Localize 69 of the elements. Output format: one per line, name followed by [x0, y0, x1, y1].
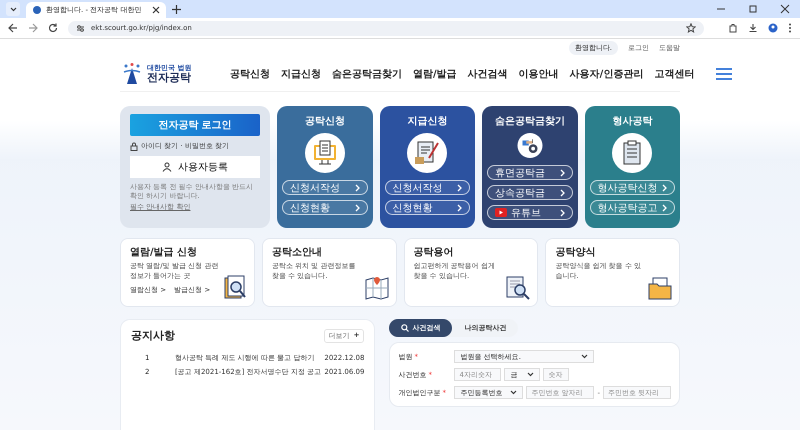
play-icon [495, 208, 507, 217]
clipboard-icon [612, 133, 652, 173]
document-magnifier-icon [505, 275, 532, 301]
user-icon [162, 162, 172, 172]
panel-title: 공지사항 [131, 328, 175, 343]
card-title: 공탁용어 [414, 246, 454, 259]
chevron-icon [560, 168, 564, 176]
service-link[interactable]: 상속공탁금 [487, 185, 572, 200]
service-link[interactable]: 형사공탁신청 [590, 180, 675, 195]
folder-icon [647, 275, 673, 301]
service-link[interactable]: 신청현황 [384, 200, 470, 215]
menu-button[interactable] [716, 68, 732, 80]
service-link[interactable]: 유튜브 [487, 205, 572, 220]
profile-icon [768, 23, 778, 33]
close-icon [780, 4, 790, 14]
menu-icon [716, 68, 732, 80]
search-icon [401, 324, 410, 332]
dropdown-caret-icon [527, 372, 534, 377]
nav-link[interactable]: 사용자/인증관리 [570, 67, 644, 81]
dropdown-caret-icon [510, 390, 518, 395]
chevron-icon [457, 204, 462, 212]
map-pin-icon [364, 275, 390, 301]
login-button[interactable]: 전자공탁 로그인 [130, 114, 260, 136]
card-title: 숨은공탁금찾기 [494, 115, 565, 128]
download-icon [748, 23, 758, 33]
document-pen-icon [407, 133, 448, 173]
service-link[interactable]: 신청현황 [282, 200, 368, 215]
nav-link[interactable]: 고객센터 [654, 67, 694, 81]
new-tab-icon [172, 5, 181, 14]
dropdown-caret-icon [581, 354, 588, 359]
chevron-icon [662, 184, 667, 192]
card-title: 공탁양식 [555, 246, 596, 259]
tab-list-button[interactable] [6, 2, 20, 16]
chevron-icon [354, 204, 360, 212]
document-magnifier-icon [222, 275, 248, 301]
restore-icon [748, 4, 758, 14]
card-title: 열람/발급 신청 [130, 246, 198, 259]
service-link[interactable]: 휴면공탁금 [487, 165, 572, 180]
reload-icon [48, 23, 58, 33]
chevron-icon [560, 208, 564, 216]
card-title: 지급신청 [407, 115, 448, 128]
chevron-icon [354, 184, 360, 192]
more-menu-icon [788, 23, 792, 33]
service-link[interactable]: 형사공탁공고 [590, 200, 675, 215]
close-icon [152, 6, 160, 14]
service-link[interactable]: 신청서작성 [384, 180, 470, 195]
service-link[interactable]: 신청서작성 [282, 180, 368, 195]
nav-link[interactable]: 사건검색 [468, 67, 508, 81]
card-title: 공탁신청 [304, 115, 345, 128]
star-icon [686, 23, 696, 33]
back-arrow-icon [8, 23, 18, 33]
nav-link[interactable]: 열람/발급 [413, 67, 457, 81]
forward-arrow-icon [28, 23, 38, 33]
card-title: 형사공탁 [612, 115, 652, 128]
logo-title[interactable]: 전자공탁 [147, 72, 192, 83]
nav-link[interactable]: 지급신청 [281, 67, 321, 81]
site-info-icon [76, 24, 85, 32]
extensions-icon [728, 23, 738, 33]
chevron-icon [662, 204, 667, 212]
card-title: 공탁소안내 [272, 246, 323, 259]
chevron-down-icon [10, 6, 16, 12]
lock-icon [130, 142, 138, 150]
nav-link[interactable]: 이용안내 [518, 67, 559, 81]
monitor-document-icon [304, 133, 345, 173]
nav-link[interactable]: 공탁신청 [230, 67, 270, 81]
chevron-icon [457, 184, 462, 192]
chevron-icon [560, 188, 564, 196]
register-button[interactable]: 사용자등록 [130, 156, 260, 178]
nav-link[interactable]: 숨은공탁금찾기 [332, 67, 402, 81]
